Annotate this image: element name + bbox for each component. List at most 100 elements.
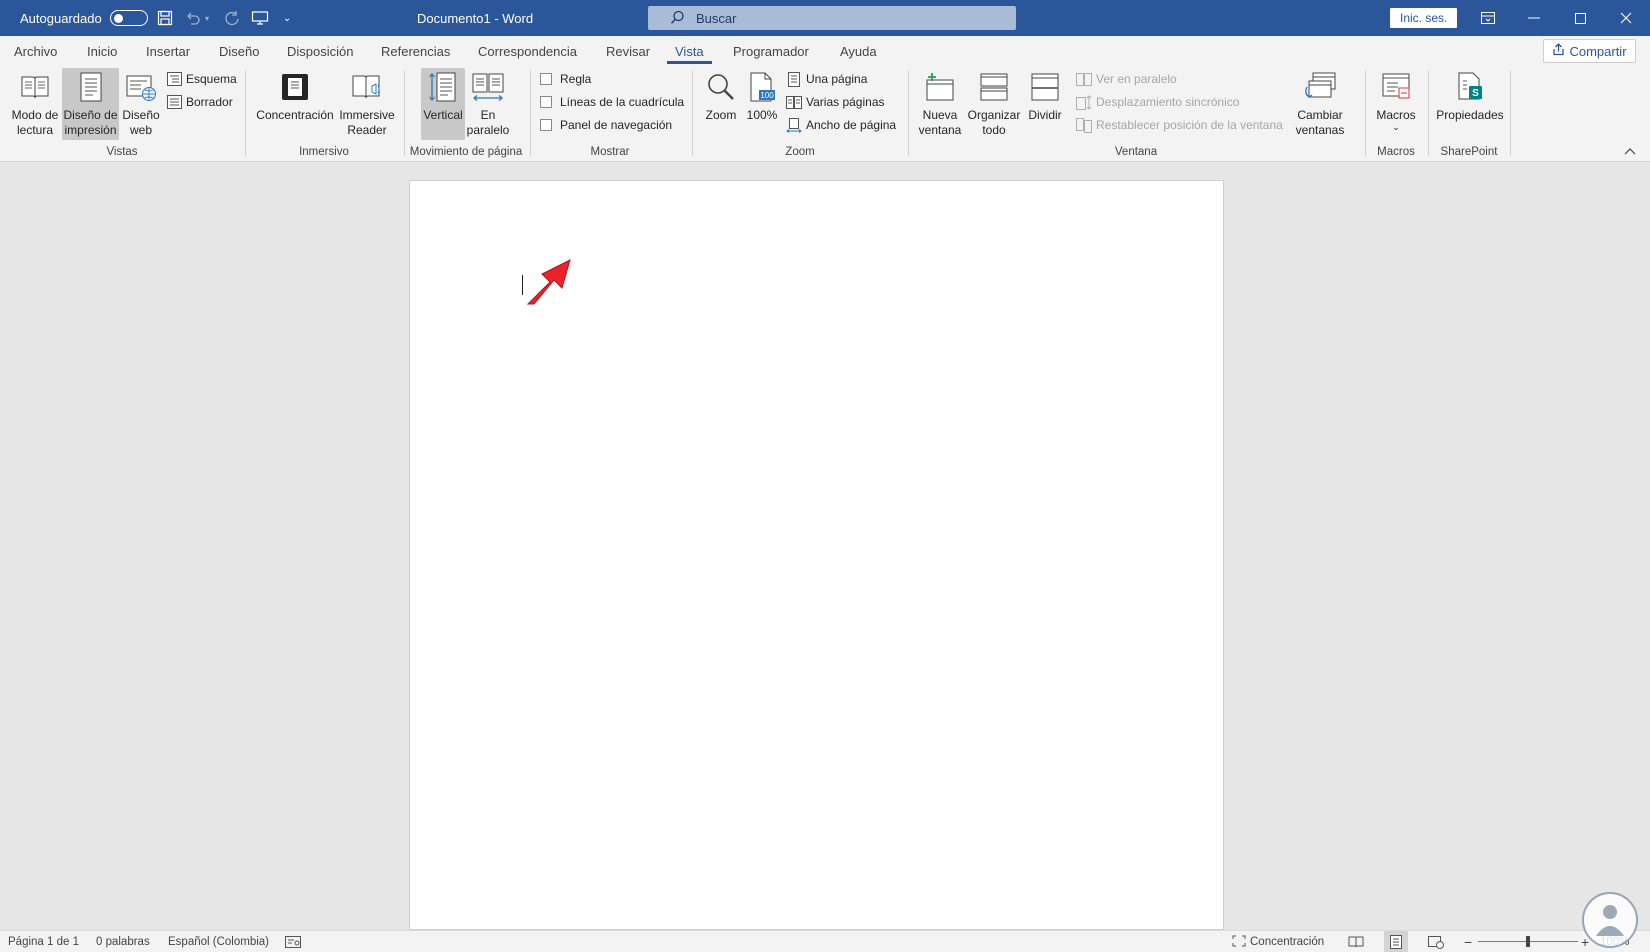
tab-referencias[interactable]: Referencias xyxy=(381,36,450,66)
autosave-toggle[interactable] xyxy=(109,10,148,26)
close-icon[interactable] xyxy=(1603,0,1649,36)
properties-label: Propiedades xyxy=(1436,108,1504,122)
autosave-control[interactable]: Autoguardado xyxy=(20,0,148,36)
gridlines-checkbox-box[interactable] xyxy=(540,96,552,108)
group-label-vistas: Vistas xyxy=(106,146,138,158)
minimize-icon[interactable] xyxy=(1511,0,1557,36)
read-mode-button[interactable]: Modo de lectura xyxy=(8,70,62,140)
print-layout-icon xyxy=(74,70,108,104)
sync-scroll-button[interactable]: Desplazamiento sincrónico xyxy=(1076,92,1239,112)
page-width-button[interactable]: Ancho de página xyxy=(786,115,896,135)
switch-windows-icon xyxy=(1303,70,1337,104)
group-label-inmersivo: Inmersivo xyxy=(299,146,349,158)
sync-scroll-label: Desplazamiento sincrónico xyxy=(1096,95,1240,109)
group-separator xyxy=(404,70,405,156)
share-button[interactable]: Compartir xyxy=(1543,39,1636,63)
print-layout-label-2: impresión xyxy=(64,123,117,137)
macros-label: Macros xyxy=(1376,108,1416,122)
zoom-button[interactable]: Zoom xyxy=(700,70,742,140)
tab-ayuda[interactable]: Ayuda xyxy=(840,36,877,66)
collapse-ribbon-icon[interactable] xyxy=(1624,144,1636,158)
undo-dropdown-icon[interactable]: ▾ xyxy=(205,14,209,23)
ribbon-display-options-icon[interactable] xyxy=(1465,0,1511,36)
outline-button[interactable]: Esquema xyxy=(166,69,237,89)
language-indicator[interactable]: Español (Colombia) xyxy=(168,931,269,952)
tab-correspondencia[interactable]: Correspondencia xyxy=(478,36,577,66)
split-icon xyxy=(1028,70,1062,104)
search-input[interactable]: Buscar xyxy=(648,6,1016,30)
group-label-sharepoint: SharePoint xyxy=(1440,146,1498,158)
redo-icon[interactable] xyxy=(222,8,242,28)
tab-vista[interactable]: Vista xyxy=(667,36,712,66)
accessibility-icon[interactable] xyxy=(285,931,301,952)
immersive-reader-button[interactable]: Immersive Reader xyxy=(337,70,397,140)
save-icon[interactable] xyxy=(155,8,175,28)
title-bar: Autoguardado ▾ ⌄ Documento1 - Word Busca… xyxy=(0,0,1650,36)
document-canvas[interactable] xyxy=(0,162,1650,930)
autosave-label: Autoguardado xyxy=(20,10,102,26)
undo-icon[interactable] xyxy=(183,8,203,28)
macros-icon xyxy=(1379,70,1413,104)
web-layout-button[interactable]: Diseño web xyxy=(120,70,162,140)
focus-mode-button[interactable]: Concentración xyxy=(1232,931,1324,952)
zoom-slider-thumb[interactable] xyxy=(1526,936,1530,947)
focus-button[interactable]: Concentración xyxy=(254,70,336,140)
customize-quick-access-icon[interactable]: ⌄ xyxy=(283,13,291,24)
read-mode-view-icon[interactable] xyxy=(1348,931,1364,952)
reset-window-position-button[interactable]: Restablecer posición de la ventana xyxy=(1076,115,1283,135)
read-mode-label-1: Modo de xyxy=(11,108,59,122)
arrange-all-label-2: todo xyxy=(982,123,1006,137)
group-separator xyxy=(908,70,909,156)
web-layout-label-2: web xyxy=(129,123,152,137)
one-page-label: Una página xyxy=(806,72,868,86)
focus-icon xyxy=(278,70,312,104)
present-icon[interactable] xyxy=(250,8,270,28)
macros-button[interactable]: Macros ⌄ xyxy=(1370,70,1422,140)
arrange-all-button[interactable]: Organizar todo xyxy=(966,70,1022,140)
nav-pane-checkbox[interactable]: Panel de navegación xyxy=(540,115,672,135)
split-button[interactable]: Dividir xyxy=(1022,70,1068,140)
arrange-all-label-1: Organizar xyxy=(967,108,1021,122)
new-window-button[interactable]: Nueva ventana xyxy=(914,70,966,140)
gridlines-checkbox[interactable]: Líneas de la cuadrícula xyxy=(540,92,684,112)
draft-button[interactable]: Borrador xyxy=(166,92,233,112)
web-layout-view-icon[interactable] xyxy=(1428,931,1444,952)
tab-diseno[interactable]: Diseño xyxy=(219,36,259,66)
print-layout-view-icon[interactable] xyxy=(1384,931,1408,952)
side-by-side-button[interactable]: En paralelo xyxy=(466,70,510,140)
vertical-button[interactable]: Vertical xyxy=(421,68,465,140)
tab-inicio[interactable]: Inicio xyxy=(87,36,117,66)
ruler-checkbox[interactable]: Regla xyxy=(540,69,591,89)
maximize-icon[interactable] xyxy=(1557,0,1603,36)
one-page-button[interactable]: Una página xyxy=(786,69,867,89)
multiple-pages-label: Varias páginas xyxy=(806,95,885,109)
macros-dropdown-icon: ⌄ xyxy=(1392,122,1400,132)
document-title: Documento1 - Word xyxy=(417,10,534,26)
tab-archivo[interactable]: Archivo xyxy=(14,36,57,66)
zoom-out-icon[interactable]: − xyxy=(1464,931,1472,952)
tab-programador[interactable]: Programador xyxy=(733,36,809,66)
share-icon xyxy=(1552,43,1565,59)
properties-button[interactable]: S Propiedades xyxy=(1432,70,1508,140)
sharepoint-properties-icon: S xyxy=(1453,70,1487,104)
switch-windows-button[interactable]: Cambiar ventanas xyxy=(1290,70,1350,140)
group-separator xyxy=(692,70,693,156)
search-icon xyxy=(670,10,685,28)
group-label-ventana: Ventana xyxy=(1114,146,1158,158)
zoom-100-button[interactable]: 100 100% xyxy=(742,70,782,140)
tab-insertar[interactable]: Insertar xyxy=(146,36,190,66)
search-placeholder: Buscar xyxy=(696,10,737,26)
watermark-logo-icon xyxy=(1582,892,1638,948)
ruler-checkbox-box[interactable] xyxy=(540,73,552,85)
word-count[interactable]: 0 palabras xyxy=(96,931,150,952)
tab-revisar[interactable]: Revisar xyxy=(606,36,650,66)
page-count[interactable]: Página 1 de 1 xyxy=(8,931,79,952)
print-layout-button[interactable]: Diseño de impresión xyxy=(62,68,119,140)
signin-button[interactable]: Inic. ses. xyxy=(1390,8,1458,28)
multiple-pages-button[interactable]: Varias páginas xyxy=(786,92,885,112)
group-label-macros: Macros xyxy=(1377,146,1415,158)
side-by-side-label-1: En xyxy=(480,108,496,122)
nav-pane-checkbox-box[interactable] xyxy=(540,119,552,131)
tab-disposicion[interactable]: Disposición xyxy=(287,36,353,66)
view-side-by-side-button[interactable]: Ver en paralelo xyxy=(1076,69,1177,89)
